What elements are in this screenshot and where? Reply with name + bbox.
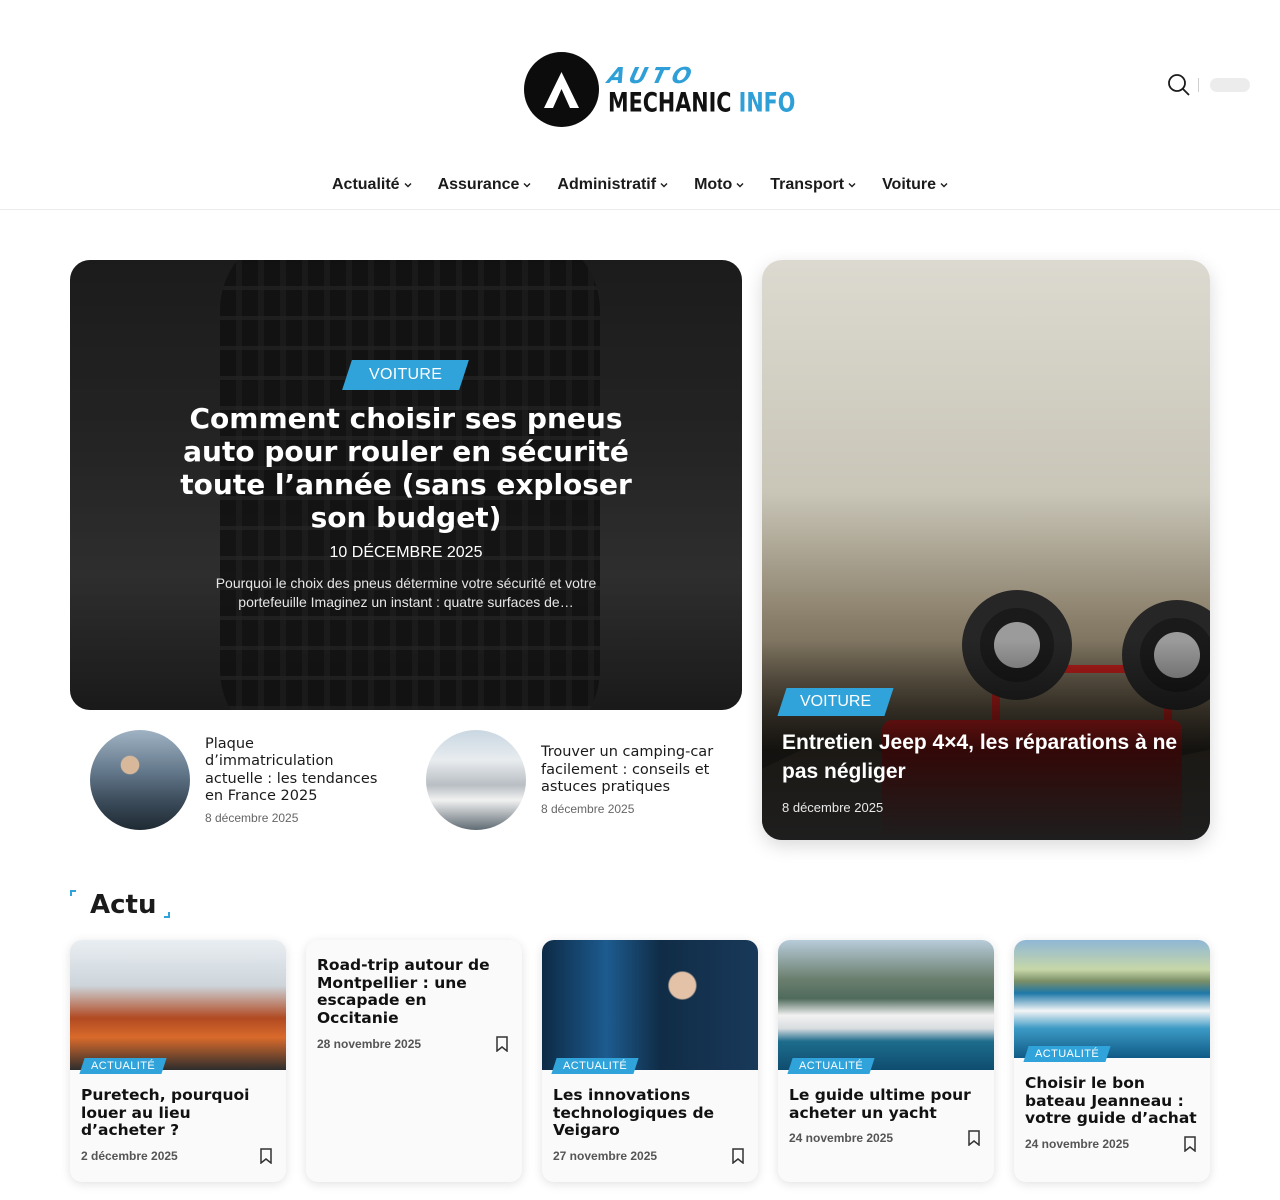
- nav-item-assurance[interactable]: Assurance: [425, 176, 545, 194]
- hero-main-excerpt: Pourquoi le choix des pneus détermine vo…: [215, 575, 597, 610]
- card-title[interactable]: Choisir le bon bateau Jeanneau : votre g…: [1025, 1074, 1200, 1128]
- mini-post-image[interactable]: [90, 730, 190, 830]
- hero-side-title[interactable]: Entretien Jeep 4×4, les réparations à ne…: [782, 728, 1192, 786]
- category-badge[interactable]: ACTUALITÉ: [1023, 1046, 1111, 1062]
- hero-main-date: 10 DÉCEMBRE 2025: [329, 544, 483, 561]
- site-logo[interactable]: AUTO MECHANIC INFO: [524, 52, 795, 127]
- nav-label: Administratif: [557, 176, 657, 193]
- chevron-down-icon: [660, 183, 668, 188]
- article-card[interactable]: ACTUALITÉ Choisir le bon bateau Jeanneau…: [1014, 940, 1210, 1182]
- chevron-down-icon: [736, 183, 744, 188]
- article-card[interactable]: ACTUALITÉ Les innovations technologiques…: [542, 940, 758, 1182]
- card-date: 2 décembre 2025: [81, 1149, 178, 1163]
- card-title[interactable]: Road-trip autour de Montpellier : une es…: [317, 956, 512, 1027]
- mini-post[interactable]: Trouver un camping-car facilement : cons…: [426, 730, 726, 830]
- chevron-down-icon: [848, 183, 856, 188]
- hero-main-title[interactable]: Comment choisir ses pneus auto pour roul…: [171, 402, 641, 534]
- mini-post[interactable]: Plaque d’immatriculation actuelle : les …: [90, 730, 385, 830]
- hero-side-post[interactable]: VOITURE Entretien Jeep 4×4, les réparati…: [762, 260, 1210, 840]
- nav-label: Actualité: [331, 176, 400, 193]
- card-image[interactable]: [778, 940, 994, 1070]
- card-date: 24 novembre 2025: [789, 1131, 894, 1145]
- mini-post-date: 8 décembre 2025: [541, 801, 635, 816]
- article-card[interactable]: ACTUALITÉ Puretech, pourquoi louer au li…: [70, 940, 286, 1182]
- logo-text-bottom: MECHANIC INFO: [608, 88, 796, 119]
- article-card[interactable]: ACTUALITÉ Le guide ultime pour acheter u…: [778, 940, 994, 1182]
- nav-label: Voiture: [882, 176, 936, 193]
- card-date: 27 novembre 2025: [553, 1149, 658, 1163]
- card-image[interactable]: [1014, 940, 1210, 1058]
- bookmark-icon[interactable]: [732, 1148, 744, 1164]
- mini-post-title[interactable]: Plaque d’immatriculation actuelle : les …: [205, 736, 385, 806]
- category-badge[interactable]: VOITURE: [777, 688, 894, 716]
- mini-post-image[interactable]: [426, 730, 526, 830]
- bookmark-icon[interactable]: [496, 1036, 508, 1052]
- nav-item-transport[interactable]: Transport: [757, 176, 869, 194]
- category-badge[interactable]: ACTUALITÉ: [787, 1058, 875, 1074]
- bookmark-icon[interactable]: [260, 1148, 272, 1164]
- nav-item-moto[interactable]: Moto: [681, 176, 757, 194]
- card-image[interactable]: [70, 940, 286, 1070]
- dark-mode-toggle[interactable]: [1210, 78, 1250, 92]
- site-header: AUTO MECHANIC INFO Actualité Assurance A…: [0, 0, 1280, 210]
- card-image[interactable]: [542, 940, 758, 1070]
- chevron-down-icon: [940, 183, 948, 188]
- bookmark-icon[interactable]: [968, 1130, 980, 1146]
- card-title[interactable]: Les innovations technologiques de Veigar…: [553, 1086, 748, 1140]
- nav-label: Transport: [770, 176, 845, 193]
- category-badge[interactable]: ACTUALITÉ: [79, 1058, 167, 1074]
- category-badge[interactable]: VOITURE: [342, 360, 470, 390]
- logo-text: AUTO MECHANIC INFO: [605, 63, 796, 119]
- card-date: 24 novembre 2025: [1025, 1137, 1130, 1151]
- nav-item-voiture[interactable]: Voiture: [869, 176, 961, 194]
- hero-side-content: VOITURE Entretien Jeep 4×4, les réparati…: [777, 688, 1192, 815]
- mini-post-date: 8 décembre 2025: [205, 810, 299, 825]
- card-title[interactable]: Le guide ultime pour acheter un yacht: [789, 1086, 984, 1122]
- card-date: 28 novembre 2025: [317, 1037, 422, 1051]
- nav-label: Assurance: [437, 176, 520, 193]
- logo-text-info: INFO: [738, 88, 796, 119]
- article-card[interactable]: Road-trip autour de Montpellier : une es…: [306, 940, 522, 1182]
- main-nav: Actualité Assurance Administratif Moto T…: [0, 176, 1280, 194]
- logo-text-mechanic: MECHANIC: [608, 88, 732, 119]
- category-badge[interactable]: ACTUALITÉ: [551, 1058, 639, 1074]
- card-title[interactable]: Puretech, pourquoi louer au lieu d’achet…: [81, 1086, 276, 1140]
- logo-mark-icon: [524, 52, 599, 127]
- logo-text-top: AUTO: [605, 63, 699, 89]
- header-divider: [1198, 78, 1199, 92]
- hero-main-post[interactable]: VOITURE Comment choisir ses pneus auto p…: [70, 260, 742, 710]
- chevron-down-icon: [404, 183, 412, 188]
- hero-side-date: 8 décembre 2025: [782, 800, 884, 815]
- bookmark-icon[interactable]: [1184, 1136, 1196, 1152]
- nav-item-administratif[interactable]: Administratif: [544, 176, 681, 194]
- nav-label: Moto: [694, 176, 733, 193]
- nav-item-actualite[interactable]: Actualité: [319, 176, 425, 194]
- mini-post-title[interactable]: Trouver un camping-car facilement : cons…: [541, 744, 726, 797]
- chevron-down-icon: [523, 183, 531, 188]
- search-icon[interactable]: [1167, 73, 1191, 97]
- hero-main-content: VOITURE Comment choisir ses pneus auto p…: [70, 360, 742, 612]
- section-heading: Actu: [90, 890, 157, 920]
